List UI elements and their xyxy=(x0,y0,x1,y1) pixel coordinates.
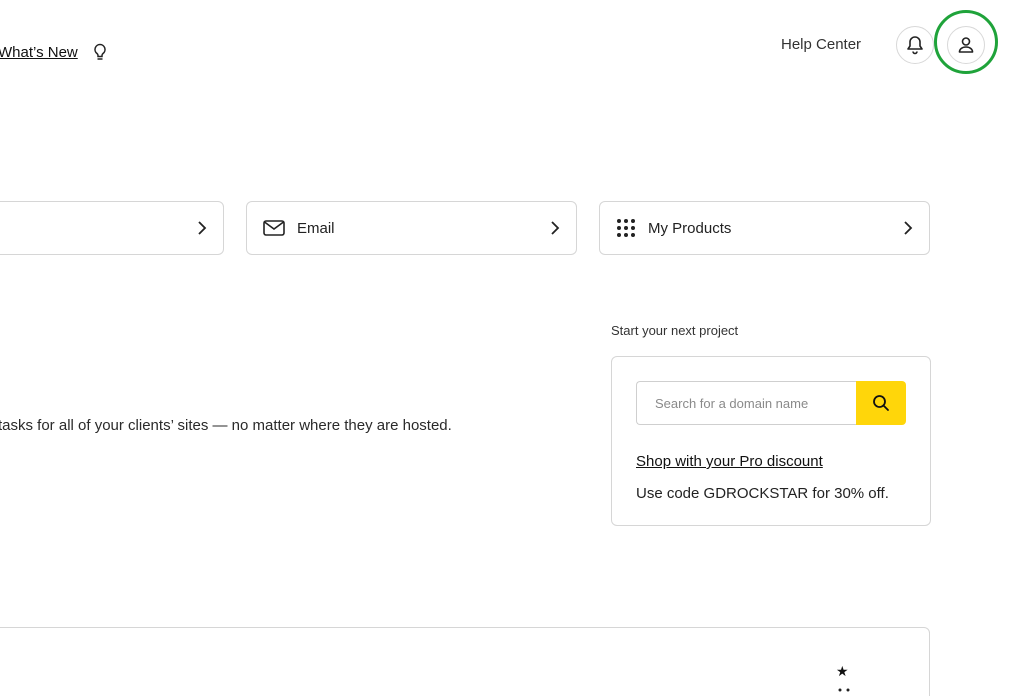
quick-link-card[interactable] xyxy=(0,201,224,255)
help-center-link[interactable]: Help Center xyxy=(781,36,861,53)
chevron-right-icon xyxy=(198,221,207,235)
domain-search-input[interactable] xyxy=(636,381,856,425)
domain-search xyxy=(636,381,906,425)
chevron-right-icon xyxy=(904,221,913,235)
grid-dots-icon xyxy=(617,219,635,237)
email-card[interactable]: Email xyxy=(246,201,577,255)
project-heading: Start your next project xyxy=(611,323,739,338)
discount-code-text: Use code GDROCKSTAR for 30% off. xyxy=(636,485,889,502)
project-card: Shop with your Pro discount Use code GDR… xyxy=(611,356,931,526)
my-products-card[interactable]: My Products xyxy=(599,201,930,255)
lightbulb-icon[interactable] xyxy=(92,43,108,61)
my-products-label: My Products xyxy=(648,219,732,237)
bell-icon xyxy=(907,36,923,55)
whats-new: What’s New xyxy=(0,43,108,61)
user-icon xyxy=(958,37,974,53)
chevron-right-icon xyxy=(551,221,560,235)
domain-search-button[interactable] xyxy=(856,381,906,425)
bottom-card xyxy=(0,627,930,696)
notifications-button[interactable] xyxy=(896,26,934,64)
envelope-icon xyxy=(263,220,285,236)
tools-description: tasks for all of your clients’ sites — n… xyxy=(0,417,452,434)
email-card-label: Email xyxy=(297,219,335,237)
account-button[interactable] xyxy=(947,26,985,64)
pro-discount-link[interactable]: Shop with your Pro discount xyxy=(636,453,823,470)
whats-new-link[interactable]: What’s New xyxy=(0,44,78,61)
search-icon xyxy=(873,395,889,411)
page: What’s New Help Center Email My Products… xyxy=(0,0,1024,696)
star-icon: ★ xyxy=(836,663,849,679)
decorative-dots-icon xyxy=(838,688,850,692)
